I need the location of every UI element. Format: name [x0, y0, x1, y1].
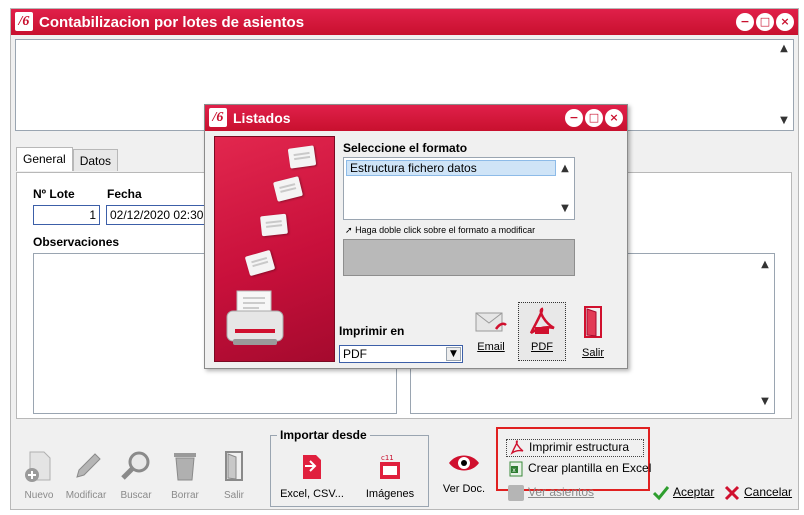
- tab-bar: General Datos: [16, 147, 119, 171]
- window-title: Contabilizacion por lotes de asientos: [39, 14, 305, 31]
- scroll-up-icon[interactable]: ▲: [758, 258, 772, 272]
- trash-icon: [174, 453, 196, 481]
- search-icon: [121, 451, 150, 480]
- lote-input[interactable]: 1: [33, 205, 100, 225]
- imprimir-en-label: Imprimir en: [339, 324, 405, 338]
- borrar-label: Borrar: [171, 490, 199, 501]
- aceptar-button[interactable]: Aceptar: [651, 485, 714, 503]
- seleccione-label: Seleccione el formato: [343, 141, 468, 155]
- nuevo-label: Nuevo: [24, 490, 54, 501]
- imprimir-en-select[interactable]: PDF ▼: [339, 345, 463, 363]
- ver-asientos-label: Ver asientos: [528, 485, 595, 499]
- buscar-label: Buscar: [120, 490, 152, 501]
- cancelar-label: Cancelar: [744, 485, 793, 499]
- paper-icon: [244, 249, 276, 277]
- paper-icon: [272, 176, 304, 202]
- ver-asientos-icon: [508, 485, 524, 501]
- cancelar-button[interactable]: Cancelar: [722, 485, 792, 503]
- crear-plantilla-button[interactable]: x Crear plantilla en Excel: [506, 461, 651, 479]
- app-logo-icon: /6: [15, 12, 33, 31]
- svg-text:x: x: [512, 467, 516, 474]
- close-icon[interactable]: ×: [776, 13, 794, 31]
- scroll-down-icon[interactable]: ▼: [558, 202, 572, 216]
- excel-csv-button[interactable]: Excel, CSV...: [277, 452, 347, 500]
- email-label: Email: [477, 341, 505, 353]
- imagenes-label: Imágenes: [365, 488, 415, 500]
- modificar-button[interactable]: Modificar: [61, 449, 111, 501]
- pdf-label: PDF: [531, 341, 553, 353]
- importar-label: Importar desde: [277, 428, 370, 442]
- dialog-salir-label: Salir: [581, 347, 604, 359]
- paper-icon: [260, 213, 288, 237]
- door-icon: [584, 306, 602, 338]
- salir-label: Salir: [223, 490, 244, 501]
- tab-datos[interactable]: Datos: [72, 149, 119, 171]
- highlight-box: Imprimir estructura x Crear plantilla en…: [496, 427, 651, 491]
- dialog-titlebar[interactable]: /6 Listados − □ ×: [205, 105, 627, 131]
- maximize-icon[interactable]: □: [756, 13, 774, 31]
- hint-label: Haga doble click sobre el formato a modi…: [355, 225, 536, 235]
- email-icon: [475, 312, 507, 332]
- minimize-icon[interactable]: −: [736, 13, 754, 31]
- pdf-icon: [529, 307, 555, 335]
- imagenes-button[interactable]: c11 Imágenes: [357, 452, 423, 500]
- window-controls: − □ ×: [736, 13, 794, 31]
- scroll-up-icon[interactable]: ▲: [558, 162, 572, 176]
- importar-group: Importar desde Excel, CSV... c11 Imágene…: [270, 428, 429, 507]
- cancel-x-icon: [724, 485, 740, 501]
- pdf-icon: [510, 440, 524, 455]
- buscar-button[interactable]: Buscar: [111, 449, 161, 501]
- pdf-button[interactable]: PDF: [518, 302, 566, 361]
- modificar-label: Modificar: [65, 490, 107, 501]
- import-file-icon: [303, 455, 321, 479]
- main-titlebar[interactable]: /6 Contabilizacion por lotes de asientos…: [11, 9, 798, 35]
- dialog-salir-button[interactable]: Salir: [575, 305, 611, 359]
- excel-csv-label: Excel, CSV...: [280, 488, 344, 500]
- paper-icon: [287, 145, 317, 169]
- ver-doc-label: Ver Doc.: [442, 483, 486, 495]
- pencil-icon: [76, 453, 101, 478]
- svg-text:c11: c11: [381, 454, 394, 462]
- listados-dialog: /6 Listados − □ × Seleccione el formato …: [204, 104, 628, 369]
- fecha-label: Fecha: [107, 187, 142, 201]
- aceptar-label: Aceptar: [673, 485, 715, 499]
- format-preview-box: [343, 239, 575, 276]
- scroll-up-icon[interactable]: ▲: [777, 42, 791, 56]
- dialog-title: Listados: [233, 110, 291, 126]
- lote-label: Nº Lote: [33, 187, 75, 201]
- format-item-estructura[interactable]: Estructura fichero datos: [346, 160, 556, 176]
- imprimir-estructura-button[interactable]: Imprimir estructura: [506, 439, 644, 457]
- imprimir-en-value: PDF: [343, 347, 367, 361]
- ver-doc-button[interactable]: Ver Doc.: [440, 451, 488, 495]
- imprimir-estructura-label: Imprimir estructura: [529, 440, 630, 454]
- format-list[interactable]: Estructura fichero datos ▲ ▼: [343, 157, 575, 220]
- nuevo-button[interactable]: Nuevo: [14, 449, 64, 501]
- ver-asientos-button[interactable]: Ver asientos: [506, 485, 594, 503]
- hint-text: ➚ Haga doble click sobre el formato a mo…: [345, 225, 535, 236]
- excel-icon: x: [509, 461, 523, 477]
- crear-plantilla-label: Crear plantilla en Excel: [528, 461, 652, 475]
- scroll-down-icon[interactable]: ▼: [758, 395, 772, 409]
- borrar-button[interactable]: Borrar: [160, 449, 210, 501]
- dialog-window-controls: − □ ×: [565, 109, 623, 127]
- fecha-input[interactable]: 02/12/2020 02:30:0: [106, 205, 206, 225]
- scroll-down-icon[interactable]: ▼: [777, 114, 791, 128]
- minimize-icon[interactable]: −: [565, 109, 583, 127]
- maximize-icon[interactable]: □: [585, 109, 603, 127]
- new-document-icon: [25, 451, 51, 482]
- close-icon[interactable]: ×: [605, 109, 623, 127]
- dialog-logo-icon: /6: [209, 108, 227, 127]
- image-import-icon: c11: [380, 454, 400, 479]
- email-button[interactable]: Email: [471, 311, 511, 353]
- printer-illustration: [214, 136, 335, 362]
- observaciones-label: Observaciones: [33, 235, 120, 249]
- tab-general[interactable]: General: [16, 147, 73, 171]
- door-icon: [225, 451, 243, 481]
- salir-button[interactable]: Salir: [209, 449, 259, 501]
- printer-icon: [226, 290, 284, 345]
- chevron-down-icon[interactable]: ▼: [446, 347, 461, 361]
- eye-icon: [449, 455, 479, 471]
- cursor-arrow-icon: ➚: [345, 226, 353, 236]
- checkmark-icon: [653, 486, 669, 501]
